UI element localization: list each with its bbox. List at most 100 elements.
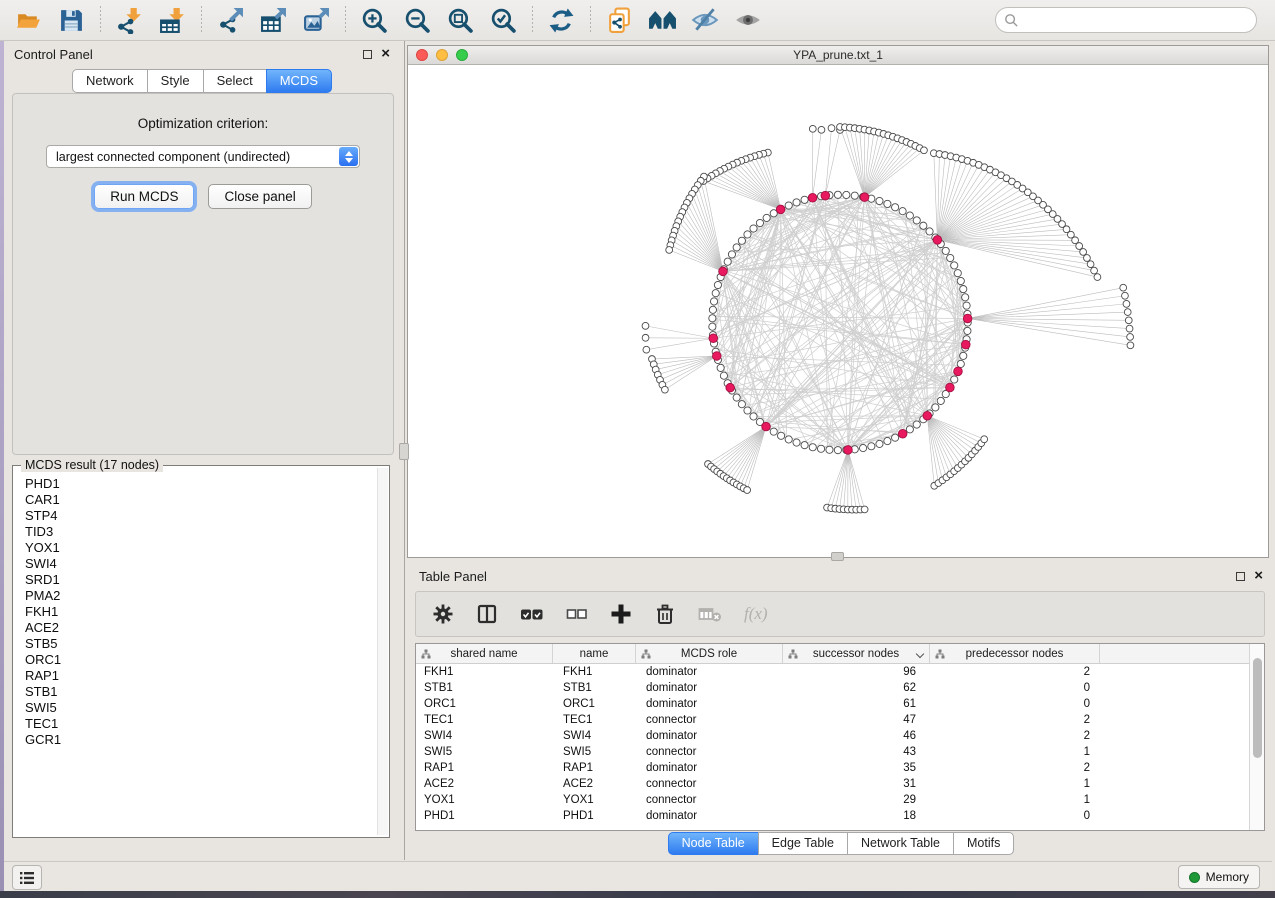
mcds-result-item[interactable]: ORC1 bbox=[25, 652, 377, 668]
tab-node-table[interactable]: Node Table bbox=[668, 832, 759, 855]
mcds-result-item[interactable]: SWI4 bbox=[25, 556, 377, 572]
graph-node[interactable] bbox=[921, 147, 928, 154]
graph-node[interactable] bbox=[951, 262, 958, 269]
graph-node[interactable] bbox=[714, 281, 721, 288]
graph-node[interactable] bbox=[913, 421, 920, 428]
show-column-button[interactable] bbox=[476, 603, 498, 625]
graph-node[interactable] bbox=[709, 315, 716, 322]
mcds-result-item[interactable]: ACE2 bbox=[25, 620, 377, 636]
table-scrollbar[interactable] bbox=[1249, 644, 1264, 830]
graph-node[interactable] bbox=[709, 306, 716, 313]
graph-node[interactable] bbox=[785, 202, 792, 209]
task-history-button[interactable] bbox=[12, 865, 42, 890]
zoom-out-button[interactable] bbox=[399, 3, 435, 37]
graph-hub-node[interactable] bbox=[712, 352, 721, 361]
run-mcds-button[interactable]: Run MCDS bbox=[94, 184, 194, 209]
graph-node[interactable] bbox=[920, 222, 927, 229]
mcds-result-item[interactable]: FKH1 bbox=[25, 604, 377, 620]
export-image-button[interactable] bbox=[298, 3, 334, 37]
graph-node[interactable] bbox=[1123, 300, 1130, 307]
criterion-select[interactable]: largest connected component (undirected) bbox=[46, 145, 360, 168]
graph-hub-node[interactable] bbox=[860, 193, 869, 202]
graph-hub-node[interactable] bbox=[808, 193, 817, 202]
graph-node[interactable] bbox=[906, 212, 913, 219]
graph-node[interactable] bbox=[809, 125, 816, 132]
column-header-mcds-role[interactable]: MCDS role bbox=[636, 644, 783, 663]
select-all-button[interactable] bbox=[520, 603, 544, 625]
graph-node[interactable] bbox=[744, 231, 751, 238]
graph-node[interactable] bbox=[720, 372, 727, 379]
graph-node[interactable] bbox=[756, 219, 763, 226]
graph-node[interactable] bbox=[876, 197, 883, 204]
zoom-fit-button[interactable] bbox=[442, 3, 478, 37]
float-table-panel-button[interactable] bbox=[1236, 572, 1245, 581]
table-row[interactable]: TEC1TEC1connector472 bbox=[416, 712, 1249, 728]
mcds-result-item[interactable]: YOX1 bbox=[25, 540, 377, 556]
save-button[interactable] bbox=[53, 3, 89, 37]
graph-node[interactable] bbox=[876, 440, 883, 447]
mcds-result-item[interactable]: TID3 bbox=[25, 524, 377, 540]
network-window-titlebar[interactable]: YPA_prune.txt_1 bbox=[408, 46, 1268, 65]
graph-node[interactable] bbox=[906, 426, 913, 433]
graph-node[interactable] bbox=[951, 376, 958, 383]
graph-node[interactable] bbox=[1126, 325, 1133, 332]
graph-hub-node[interactable] bbox=[898, 429, 907, 438]
table-row[interactable]: PHD1PHD1dominator180 bbox=[416, 808, 1249, 824]
table-settings-button[interactable] bbox=[432, 603, 454, 625]
graph-node[interactable] bbox=[818, 126, 825, 133]
graph-node[interactable] bbox=[954, 270, 961, 277]
graph-node[interactable] bbox=[724, 258, 731, 265]
graph-node[interactable] bbox=[817, 445, 824, 452]
table-row[interactable]: RAP1RAP1dominator352 bbox=[416, 760, 1249, 776]
graph-node[interactable] bbox=[1076, 243, 1083, 250]
graph-node[interactable] bbox=[884, 437, 891, 444]
tab-style[interactable]: Style bbox=[147, 69, 204, 93]
graph-hub-node[interactable] bbox=[844, 446, 853, 455]
import-network-button[interactable] bbox=[111, 3, 147, 37]
graph-node[interactable] bbox=[1091, 267, 1098, 274]
graph-node[interactable] bbox=[826, 446, 833, 453]
graph-node[interactable] bbox=[1094, 274, 1101, 281]
graph-node[interactable] bbox=[892, 204, 899, 211]
table-row[interactable]: ACE2ACE2connector311 bbox=[416, 776, 1249, 792]
graph-node[interactable] bbox=[717, 364, 724, 371]
zoom-selected-button[interactable] bbox=[485, 3, 521, 37]
graph-node[interactable] bbox=[860, 444, 867, 451]
graph-node[interactable] bbox=[892, 434, 899, 441]
graph-node[interactable] bbox=[744, 487, 751, 494]
graph-node[interactable] bbox=[884, 200, 891, 207]
graph-node[interactable] bbox=[942, 247, 949, 254]
refresh-button[interactable] bbox=[543, 3, 579, 37]
mcds-result-item[interactable]: PMA2 bbox=[25, 588, 377, 604]
graph-hub-node[interactable] bbox=[923, 411, 932, 420]
show-all-button[interactable] bbox=[730, 3, 766, 37]
graph-hub-node[interactable] bbox=[719, 267, 728, 276]
graph-node[interactable] bbox=[868, 443, 875, 450]
graph-node[interactable] bbox=[710, 298, 717, 305]
graph-node[interactable] bbox=[801, 196, 808, 203]
zoom-in-button[interactable] bbox=[356, 3, 392, 37]
graph-node[interactable] bbox=[981, 436, 988, 443]
graph-node[interactable] bbox=[809, 444, 816, 451]
mcds-result-item[interactable]: STB1 bbox=[25, 684, 377, 700]
vertical-splitter-handle[interactable] bbox=[399, 443, 409, 460]
delete-table-button[interactable] bbox=[698, 603, 722, 625]
graph-node[interactable] bbox=[937, 397, 944, 404]
column-header-predecessor-nodes[interactable]: predecessor nodes bbox=[930, 644, 1100, 663]
graph-node[interactable] bbox=[960, 285, 967, 292]
graph-node[interactable] bbox=[957, 360, 964, 367]
graph-hub-node[interactable] bbox=[776, 205, 785, 214]
graph-node[interactable] bbox=[1124, 309, 1131, 316]
mcds-result-item[interactable]: STB5 bbox=[25, 636, 377, 652]
graph-node[interactable] bbox=[785, 436, 792, 443]
add-column-button[interactable] bbox=[610, 603, 632, 625]
column-header-name[interactable]: name bbox=[553, 644, 636, 663]
graph-node[interactable] bbox=[733, 244, 740, 251]
close-panel-button[interactable]: × bbox=[381, 48, 390, 60]
network-from-selection-button[interactable] bbox=[601, 3, 637, 37]
function-builder-button[interactable]: f(x) bbox=[744, 604, 768, 624]
graph-hub-node[interactable] bbox=[961, 340, 970, 349]
graph-hub-node[interactable] bbox=[762, 422, 771, 431]
graph-node[interactable] bbox=[750, 413, 757, 420]
graph-node[interactable] bbox=[834, 447, 841, 454]
